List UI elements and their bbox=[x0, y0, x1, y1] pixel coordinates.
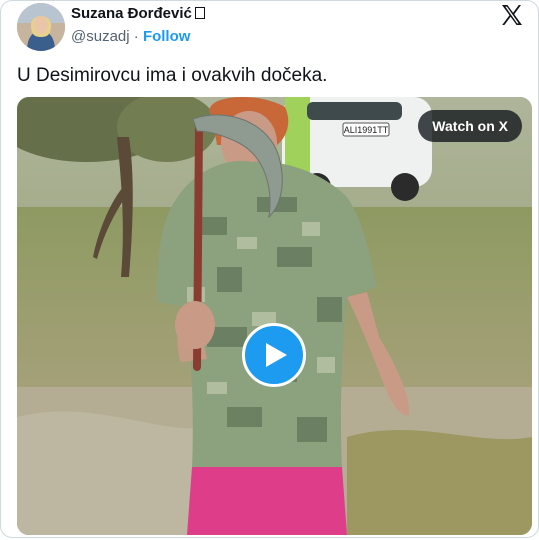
license-plate: ALI1991TT bbox=[344, 125, 389, 135]
separator: · bbox=[133, 28, 139, 45]
tweet-card: Suzana Đorđević @suzadj · Follow U Desim… bbox=[0, 0, 539, 538]
author-name[interactable]: Suzana Đorđević bbox=[71, 5, 205, 22]
flag-icon bbox=[194, 7, 205, 19]
avatar-photo bbox=[17, 3, 65, 51]
watch-on-x-button[interactable]: Watch on X bbox=[418, 110, 522, 142]
tweet-text: U Desimirovcu ima i ovakvih dočeka. bbox=[17, 65, 328, 86]
handle-row: @suzadj · Follow bbox=[71, 28, 190, 45]
video-player[interactable]: ALI1991TT Watch on X bbox=[17, 97, 532, 535]
author-display-name: Suzana Đorđević bbox=[71, 5, 192, 22]
video-thumbnail: ALI1991TT bbox=[17, 97, 532, 535]
avatar[interactable] bbox=[17, 3, 65, 51]
play-icon bbox=[266, 343, 287, 367]
x-logo-icon[interactable] bbox=[500, 3, 524, 27]
author-handle[interactable]: @suzadj bbox=[71, 28, 130, 45]
play-button[interactable] bbox=[242, 323, 306, 387]
follow-button[interactable]: Follow bbox=[143, 28, 191, 45]
